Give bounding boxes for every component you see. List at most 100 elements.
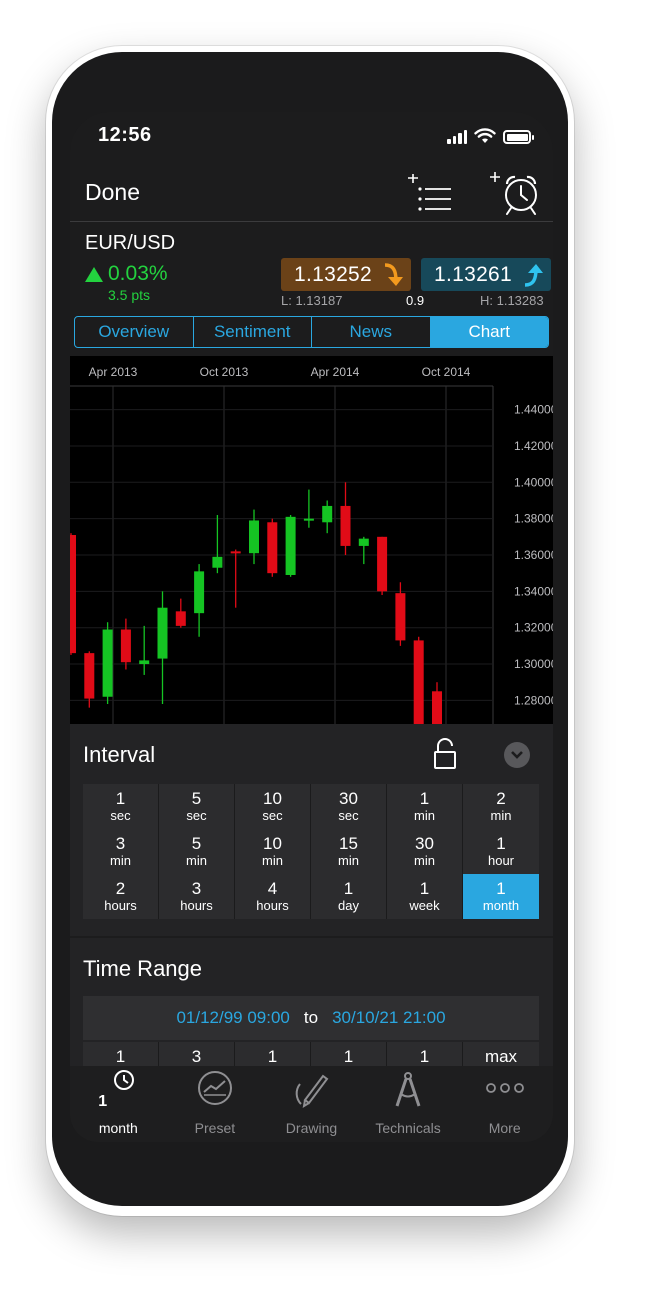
sell-price: 1.13252 [294, 262, 373, 286]
interval-option[interactable]: 4 hours [235, 874, 311, 919]
x-tick-label: Apr 2013 [89, 365, 138, 379]
tabbar-drawing[interactable]: Drawing [263, 1066, 360, 1142]
range-preset[interactable]: 3 [159, 1042, 235, 1068]
range-end-date[interactable]: 30/10/21 21:00 [332, 1008, 445, 1028]
tabbar-interval[interactable]: 1 month [70, 1066, 167, 1142]
bottom-tab-bar: 1 month Preset Drawing Technicals More [70, 1066, 553, 1142]
spread-value: 0.9 [406, 293, 425, 308]
tab-news[interactable]: News [312, 317, 431, 347]
tab-chart[interactable]: Chart [430, 317, 548, 347]
interval-option[interactable]: 3 hours [159, 874, 235, 919]
interval-option-unit: min [110, 853, 131, 868]
up-arrow-icon [85, 266, 103, 282]
interval-option[interactable]: 2 min [463, 784, 539, 829]
cellular-signal-icon [447, 130, 467, 144]
interval-option-unit: min [490, 808, 512, 823]
tabbar-label-preset: Preset [194, 1120, 236, 1136]
interval-option[interactable]: 1 hour [463, 829, 539, 874]
interval-option[interactable]: 1 month [463, 874, 539, 919]
add-to-watchlist-icon[interactable] [404, 174, 454, 214]
interval-option[interactable]: 10 min [235, 829, 311, 874]
down-arrow-icon [384, 263, 403, 286]
candle-body [432, 691, 442, 724]
interval-option-unit: min [414, 853, 435, 868]
interval-option[interactable]: 1 day [311, 874, 387, 919]
day-high: H: 1.13283 [480, 293, 544, 308]
up-arrow-icon [524, 264, 543, 287]
buy-price-button[interactable]: 1.13261 [421, 258, 551, 291]
interval-option[interactable]: 10 sec [235, 784, 311, 829]
interval-option-unit: min [414, 808, 435, 823]
tab-overview[interactable]: Overview [75, 317, 194, 347]
interval-option[interactable]: 5 min [159, 829, 235, 874]
interval-option-value: 30 [415, 834, 434, 853]
range-start-date[interactable]: 01/12/99 09:00 [176, 1008, 289, 1028]
more-dots-icon [485, 1083, 524, 1093]
x-tick-label: Oct 2014 [422, 365, 471, 379]
candle-body [322, 505, 333, 523]
unlock-icon[interactable] [432, 738, 458, 770]
instrument-symbol: EUR/USD [85, 232, 176, 254]
range-preset-max[interactable]: max [463, 1042, 539, 1068]
tabbar-label-month: month [98, 1120, 138, 1136]
add-price-alert-icon[interactable] [488, 170, 544, 216]
interval-option[interactable]: 1 sec [83, 784, 159, 829]
y-tick-label: 1.36000 [514, 548, 553, 562]
clock-icon [114, 1070, 135, 1090]
candlestick-chart[interactable]: Apr 2013 Oct 2013 Apr 2014 Oct 2014 1.28000 1… [70, 356, 553, 724]
y-tick-label: 1.38000 [514, 512, 553, 526]
tab-sentiment[interactable]: Sentiment [194, 317, 312, 347]
y-tick-label: 1.44000 [514, 403, 553, 417]
status-time: 12:56 [98, 124, 152, 146]
interval-panel: Interval 1 sec 5 sec 10 sec 30 sec 1 min 2 min 3 min 5… [70, 724, 553, 936]
interval-option-unit: sec [110, 808, 131, 823]
range-preset[interactable]: 1 [311, 1042, 387, 1068]
buy-price: 1.13261 [434, 262, 513, 286]
y-tick-label: 1.32000 [514, 621, 553, 635]
interval-option[interactable]: 30 sec [311, 784, 387, 829]
interval-option[interactable]: 1 min [387, 784, 463, 829]
candle-body [303, 518, 314, 521]
range-preset[interactable]: 1 [83, 1042, 159, 1068]
tabbar-more[interactable]: More [456, 1066, 553, 1142]
change-points: 3.5 pts [108, 287, 151, 303]
interval-option-value: 5 [191, 834, 202, 853]
interval-option[interactable]: 15 min [311, 829, 387, 874]
tabbar-technicals[interactable]: Technicals [360, 1066, 457, 1142]
candle-body [84, 653, 95, 699]
app-screen: 12:56 Done EUR/USD 0.03% 3.5 pts 1.13252… [70, 112, 553, 1142]
interval-option-value: 5 [191, 789, 202, 808]
interval-option-unit: month [482, 898, 520, 913]
candle-body [230, 551, 241, 554]
tabbar-preset[interactable]: Preset [167, 1066, 264, 1142]
interval-option-value: 10 [263, 834, 282, 853]
preset-chart-icon [197, 1071, 232, 1105]
day-low: L: 1.13187 [281, 293, 343, 308]
interval-option[interactable]: 3 min [83, 829, 159, 874]
candle-body [139, 660, 150, 665]
interval-option-unit: hours [104, 898, 137, 913]
interval-option[interactable]: 1 week [387, 874, 463, 919]
candle-body [358, 538, 369, 546]
interval-option[interactable]: 5 sec [159, 784, 235, 829]
done-button[interactable]: Done [85, 179, 140, 206]
change-percent: 0.03% [108, 262, 168, 285]
candle-body [395, 593, 406, 641]
time-range-presets: 1 3 1 1 1 max [83, 1042, 539, 1068]
chevron-down-icon[interactable] [504, 742, 530, 768]
y-tick-label: 1.34000 [514, 584, 553, 598]
candle-body [70, 535, 76, 654]
interval-option-value: 1 [419, 879, 430, 898]
y-tick-label: 1.28000 [514, 693, 553, 707]
interval-option-unit: hour [487, 853, 515, 868]
range-preset[interactable]: 1 [387, 1042, 463, 1068]
tabbar-label-more: More [488, 1120, 521, 1136]
interval-option[interactable]: 30 min [387, 829, 463, 874]
range-preset[interactable]: 1 [235, 1042, 311, 1068]
interval-title: Interval [83, 742, 156, 767]
candle-body [194, 571, 205, 614]
sell-price-button[interactable]: 1.13252 [281, 258, 411, 291]
interval-option[interactable]: 2 hours [83, 874, 159, 919]
y-tick-label: 1.30000 [514, 657, 553, 671]
interval-option-unit: min [186, 853, 207, 868]
